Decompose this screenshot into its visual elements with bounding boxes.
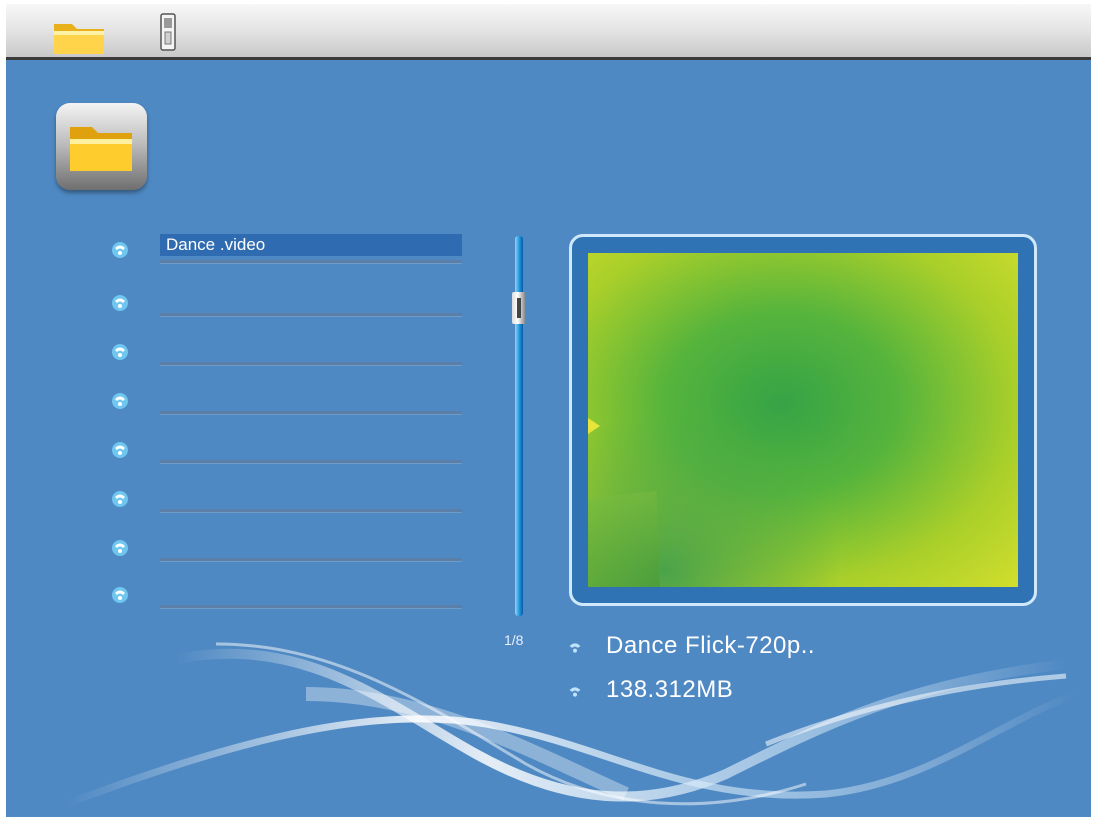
file-name (160, 579, 462, 601)
file-name: Dance .video (160, 234, 462, 256)
info-bullet-icon (569, 687, 581, 697)
file-name (160, 336, 462, 358)
file-bullet-icon (112, 587, 128, 603)
row-divider (160, 260, 462, 264)
file-bullet-icon (112, 393, 128, 409)
preview-panel (569, 234, 1037, 606)
file-bullet-icon (112, 242, 128, 258)
file-bullet-icon (112, 344, 128, 360)
folder-icon[interactable] (52, 16, 106, 56)
row-divider (160, 411, 462, 415)
file-list-item[interactable] (110, 532, 470, 568)
row-divider (160, 605, 462, 609)
thumbnail-detail (588, 491, 660, 587)
row-divider (160, 558, 462, 562)
file-list-item[interactable] (110, 579, 470, 615)
row-divider (160, 460, 462, 464)
memory-card-icon[interactable] (158, 12, 178, 52)
row-divider (160, 509, 462, 513)
file-bullet-icon (112, 491, 128, 507)
file-name (160, 385, 462, 407)
info-bullet-icon (569, 643, 581, 653)
page-indicator: 1/8 (504, 632, 524, 648)
thumbnail-detail (588, 418, 600, 434)
row-divider (160, 362, 462, 366)
file-list-item[interactable] (110, 336, 470, 372)
scrollbar-thumb[interactable] (512, 292, 526, 324)
preview-file-size: 138.312MB (606, 676, 734, 703)
current-folder-icon (56, 103, 147, 190)
file-name (160, 483, 462, 505)
file-list-item[interactable] (110, 483, 470, 519)
file-name (160, 532, 462, 554)
top-bar (6, 4, 1091, 60)
file-list-item[interactable] (110, 287, 470, 323)
file-list-item[interactable] (110, 434, 470, 470)
screen: Dance .video 1/8 Dance Flick-720p.. 138.… (6, 4, 1091, 817)
row-divider (160, 313, 462, 317)
file-list-item[interactable] (110, 385, 470, 421)
file-name (160, 287, 462, 309)
file-bullet-icon (112, 442, 128, 458)
file-bullet-icon (112, 540, 128, 556)
video-thumbnail (588, 253, 1018, 587)
file-bullet-icon (112, 295, 128, 311)
preview-file-name: Dance Flick-720p.. (606, 632, 816, 659)
file-list-item[interactable]: Dance .video (110, 234, 470, 270)
file-name (160, 434, 462, 456)
